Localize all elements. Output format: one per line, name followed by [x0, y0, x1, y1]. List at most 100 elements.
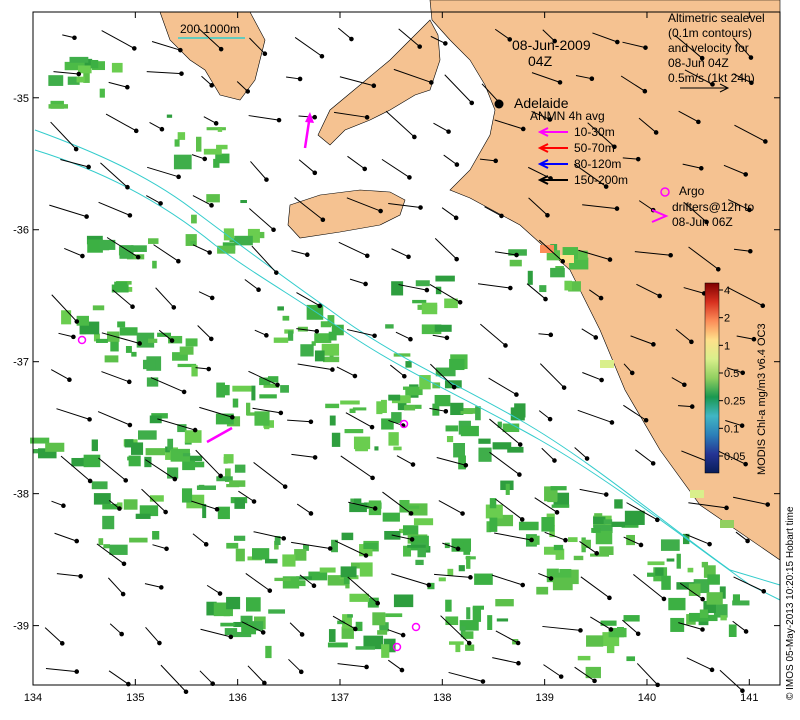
chlorophyll-patch — [287, 330, 294, 341]
chlorophyll-patch — [474, 573, 493, 585]
chlorophyll-patch — [268, 609, 286, 614]
velocity-arrow-head — [724, 505, 729, 511]
chlorophyll-map: 134 135 136 137 138 139 140 141 -35 -36 -37 -38 -39… — [13, 0, 796, 704]
chlorophyll-patch — [327, 642, 348, 648]
velocity-arrow-head — [378, 208, 383, 214]
chlorophyll-patch — [273, 337, 289, 343]
chlorophyll-patch — [99, 88, 105, 98]
velocity-arrow-head — [517, 472, 522, 477]
chlorophyll-patch — [240, 200, 247, 204]
chlorophyll-patch — [329, 415, 336, 426]
velocity-arrow — [434, 237, 458, 260]
chlorophyll-patch — [514, 403, 526, 418]
chlorophyll-patch — [152, 530, 160, 540]
velocity-arrow — [199, 406, 233, 418]
velocity-arrow — [582, 372, 602, 381]
velocity-arrow — [296, 503, 312, 514]
velocity-arrow — [387, 629, 404, 636]
x-tick-label: 138 — [433, 692, 451, 704]
velocity-arrow-head — [548, 576, 554, 581]
chlorophyll-patch — [495, 599, 514, 607]
velocity-arrow-head — [159, 126, 165, 132]
chlorophyll-patch — [148, 338, 158, 343]
chlorophyll-patch — [363, 542, 378, 550]
chlorophyll-patch — [125, 345, 132, 353]
chlorophyll-patch — [119, 327, 138, 336]
velocity-arrow-head — [635, 156, 641, 162]
velocity-arrow-head — [217, 591, 223, 596]
velocity-arrow — [298, 115, 315, 118]
velocity-arrow — [108, 670, 129, 685]
velocity-arrow-head — [463, 462, 469, 468]
velocity-arrow — [291, 250, 308, 256]
velocity-arrow-head — [661, 596, 667, 602]
velocity-arrow — [298, 159, 316, 174]
chlorophyll-patch — [280, 385, 289, 393]
velocity-arrow-head — [424, 287, 430, 293]
colorbar-tick-label: 0.5 — [724, 368, 739, 380]
velocity-arrow-head — [282, 484, 288, 489]
chlorophyll-patch — [314, 350, 325, 362]
chlorophyll-patch — [413, 518, 434, 526]
velocity-arrow — [686, 657, 713, 671]
chlorophyll-patch — [448, 641, 464, 645]
velocity-arrow — [107, 577, 124, 595]
chlorophyll-patch — [203, 148, 222, 155]
velocity-arrow-head — [312, 114, 318, 120]
velocity-arrow-head — [274, 270, 279, 275]
chlorophyll-patch — [668, 597, 686, 611]
velocity-arrow-head — [271, 227, 276, 233]
chlorophyll-patch — [216, 384, 230, 396]
velocity-arrow-head — [262, 51, 268, 56]
velocity-arrow-head — [563, 537, 568, 543]
chlorophyll-patch — [128, 455, 141, 467]
velocity-arrow-head — [739, 423, 745, 428]
chlorophyll-patch — [385, 324, 394, 329]
velocity-arrow — [396, 455, 414, 465]
velocity-arrow — [349, 278, 366, 285]
velocity-arrow-head — [327, 546, 333, 551]
velocity-arrow-head — [444, 335, 450, 341]
velocity-arrow — [105, 113, 137, 132]
chlorophyll-patch — [388, 394, 401, 401]
velocity-arrow-head — [135, 254, 141, 260]
velocity-arrow — [345, 412, 373, 428]
chlorophyll-patch — [109, 544, 128, 555]
velocity-arrow-head — [529, 537, 534, 543]
velocity-arrow-head — [125, 84, 130, 90]
chlorophyll-patch — [325, 403, 340, 409]
y-tick-label: -37 — [13, 357, 29, 369]
x-tick-label: 139 — [535, 692, 553, 704]
velocity-arrow-head — [299, 632, 305, 637]
velocity-arrow — [347, 155, 366, 170]
chlorophyll-patch — [438, 577, 446, 582]
velocity-arrow-head — [594, 551, 600, 556]
chlorophyll-patch — [527, 270, 533, 285]
velocity-arrow-head — [262, 680, 267, 686]
velocity-arrow-head — [547, 416, 553, 422]
y-tick-label: -38 — [13, 489, 29, 501]
velocity-arrow-head — [202, 156, 208, 162]
velocity-arrow — [337, 663, 367, 668]
chlorophyll-patch — [502, 423, 520, 433]
velocity-arrow-head — [520, 582, 526, 588]
velocity-arrow-head — [657, 293, 662, 299]
chlorophyll-patch — [435, 275, 455, 282]
velocity-arrow — [294, 37, 323, 57]
velocity-arrow — [146, 71, 182, 75]
chlorophyll-patch — [449, 358, 465, 371]
velocity-arrow-head — [520, 126, 526, 132]
velocity-arrow-head — [598, 295, 604, 301]
chlorophyll-patch — [676, 553, 681, 569]
velocity-arrow-head — [715, 266, 721, 272]
chlorophyll-patch — [472, 607, 482, 622]
velocity-arrow — [247, 665, 265, 684]
chlorophyll-patch — [274, 577, 291, 582]
yorke-peninsula-land — [317, 19, 441, 146]
anmn-legend-label: 150-200m — [574, 173, 628, 187]
chlorophyll-patch — [174, 139, 180, 147]
velocity-arrow — [542, 625, 581, 631]
y-tick-label: -39 — [13, 621, 29, 633]
velocity-arrow — [579, 488, 607, 496]
velocity-arrow — [245, 573, 271, 592]
